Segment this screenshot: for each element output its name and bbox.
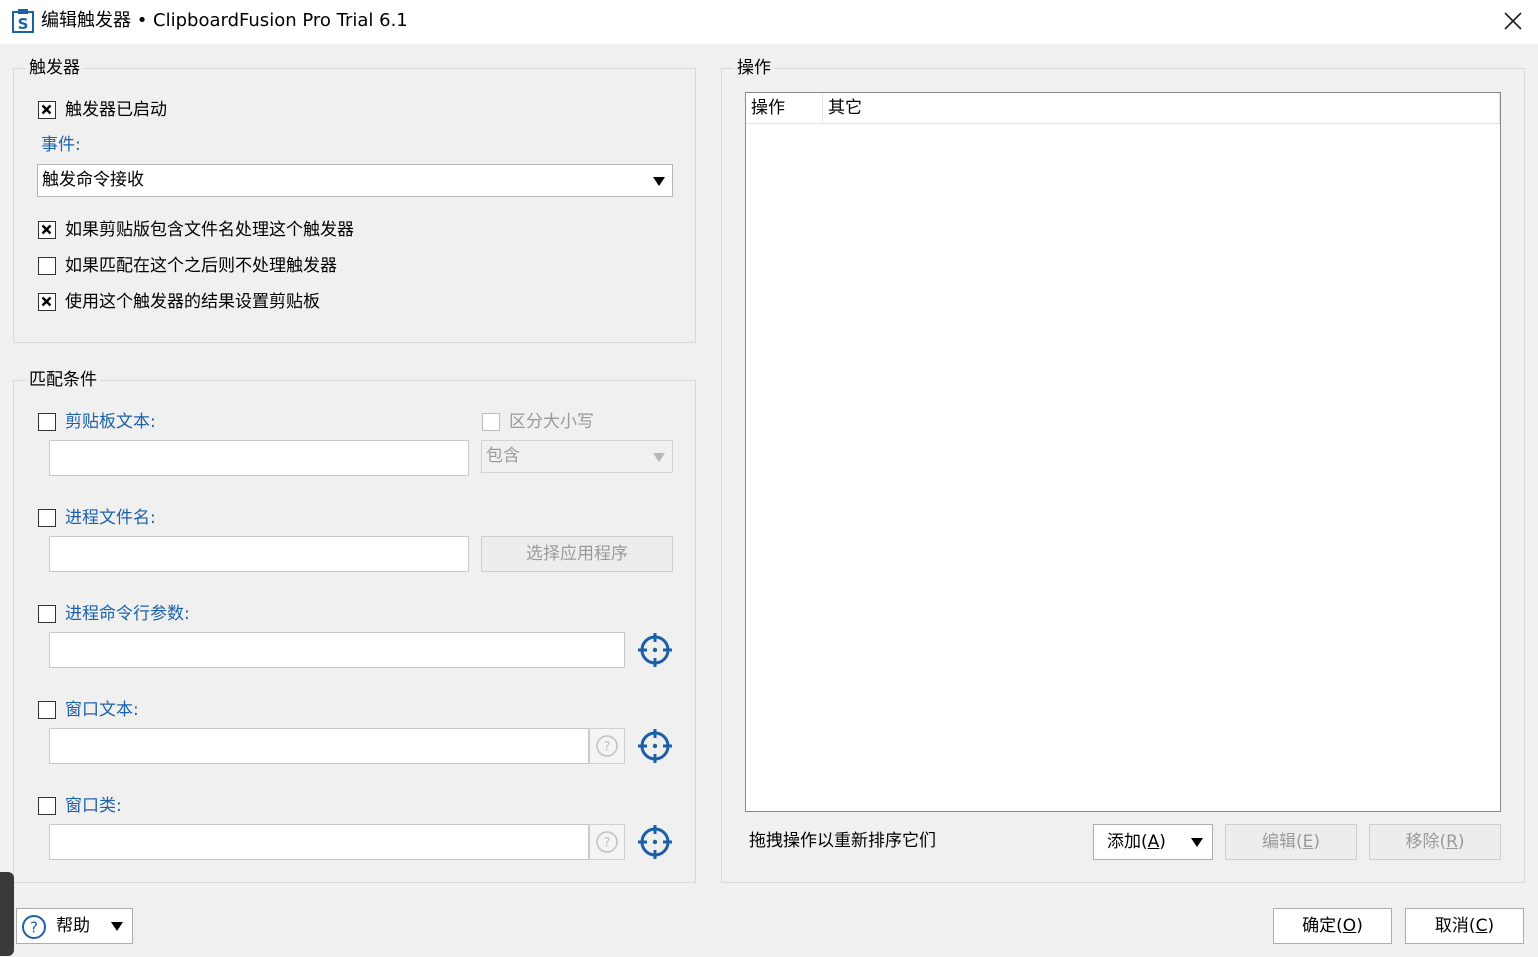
process-name-label: 进程文件名: — [65, 508, 156, 528]
stop-after-match-label: 如果匹配在这个之后则不处理触发器 — [65, 256, 337, 276]
case-sensitive-label: 区分大小写 — [509, 412, 594, 432]
clipboard-text-label: 剪贴板文本: — [65, 412, 156, 432]
window-text-checkbox[interactable] — [38, 701, 56, 719]
window-class-label: 窗口类: — [65, 796, 122, 816]
clipboard-text-checkbox[interactable] — [38, 413, 56, 431]
app-icon: S — [12, 9, 34, 33]
window-text-help-button[interactable]: ? — [589, 728, 625, 764]
window-text-input[interactable] — [49, 728, 589, 764]
help-circle-icon: ? — [22, 915, 46, 939]
trigger-group-label: 触发器 — [26, 58, 83, 78]
chevron-down-icon — [111, 922, 123, 931]
actions-list-header: 操作 其它 — [746, 93, 1500, 124]
ok-button[interactable]: 确定(O) — [1273, 908, 1392, 944]
trigger-enabled-checkbox[interactable] — [38, 101, 56, 119]
stop-after-match-checkbox[interactable] — [38, 257, 56, 275]
set-clipboard-result-label: 使用这个触发器的结果设置剪贴板 — [65, 292, 320, 312]
process-args-label: 进程命令行参数: — [65, 604, 190, 624]
cancel-button[interactable]: 取消(C) — [1405, 908, 1524, 944]
close-icon[interactable] — [1500, 8, 1526, 34]
svg-text:?: ? — [30, 919, 38, 937]
process-name-checkbox[interactable] — [38, 509, 56, 527]
choose-app-button[interactable]: 选择应用程序 — [481, 536, 673, 572]
event-dropdown[interactable]: 触发命令接收 — [37, 164, 673, 197]
edit-action-button[interactable]: 编辑(E) — [1225, 824, 1357, 860]
window-class-checkbox[interactable] — [38, 797, 56, 815]
window-class-help-button[interactable]: ? — [589, 824, 625, 860]
process-filename-clipboard-label: 如果剪贴版包含文件名处理这个触发器 — [65, 220, 354, 240]
crosshair-target-icon[interactable] — [637, 632, 673, 668]
window-text-label: 窗口文本: — [65, 700, 139, 720]
process-name-input[interactable] — [49, 536, 469, 572]
column-header-other[interactable]: 其它 — [828, 97, 862, 119]
chevron-down-icon — [1191, 838, 1203, 847]
svg-text:?: ? — [604, 740, 611, 755]
help-dropdown-button[interactable]: ? 帮助 — [16, 908, 133, 944]
event-label: 事件: — [41, 135, 81, 155]
help-label: 帮助 — [56, 916, 90, 936]
window-title: 编辑触发器 • ClipboardFusion Pro Trial 6.1 — [41, 10, 408, 31]
match-mode-dropdown[interactable]: 包含 — [481, 440, 673, 473]
question-icon: ? — [596, 831, 618, 853]
add-action-button[interactable]: 添加(A) — [1093, 824, 1213, 860]
crosshair-target-icon[interactable] — [637, 824, 673, 860]
clipboard-text-input[interactable] — [49, 440, 469, 476]
chevron-down-icon — [653, 177, 665, 186]
svg-text:?: ? — [604, 836, 611, 851]
actions-list[interactable]: 操作 其它 — [745, 92, 1501, 812]
crosshair-target-icon[interactable] — [637, 728, 673, 764]
match-conditions-label: 匹配条件 — [26, 370, 100, 390]
set-clipboard-result-checkbox[interactable] — [38, 293, 56, 311]
svg-text:S: S — [18, 15, 29, 33]
process-args-input[interactable] — [49, 632, 625, 668]
remove-action-button[interactable]: 移除(R) — [1369, 824, 1501, 860]
column-header-action[interactable]: 操作 — [751, 97, 785, 119]
title-bar: S 编辑触发器 • ClipboardFusion Pro Trial 6.1 — [0, 0, 1538, 44]
window-class-input[interactable] — [49, 824, 589, 860]
event-dropdown-value: 触发命令接收 — [42, 170, 144, 190]
chevron-down-icon — [653, 453, 665, 462]
actions-group-label: 操作 — [734, 58, 774, 78]
reorder-hint: 拖拽操作以重新排序它们 — [749, 831, 936, 851]
trigger-enabled-label: 触发器已启动 — [65, 100, 167, 120]
process-filename-clipboard-checkbox[interactable] — [38, 221, 56, 239]
process-args-checkbox[interactable] — [38, 605, 56, 623]
question-icon: ? — [596, 735, 618, 757]
match-mode-value: 包含 — [486, 446, 520, 466]
case-sensitive-checkbox[interactable] — [482, 413, 500, 431]
left-edge-strip — [0, 872, 14, 956]
